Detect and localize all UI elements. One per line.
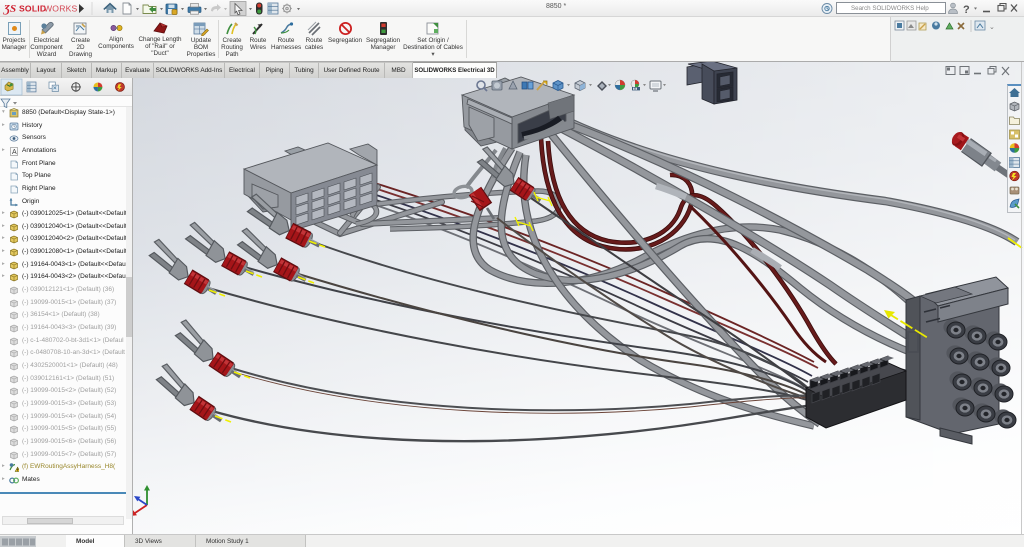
svg-text:⌄: ⌄ [989,24,995,31]
svg-text:SOLID: SOLID [19,4,46,14]
svg-text:?: ? [963,4,970,16]
svg-text:ƷS: ƷS [3,3,16,15]
svg-text:WORKS: WORKS [44,4,78,14]
